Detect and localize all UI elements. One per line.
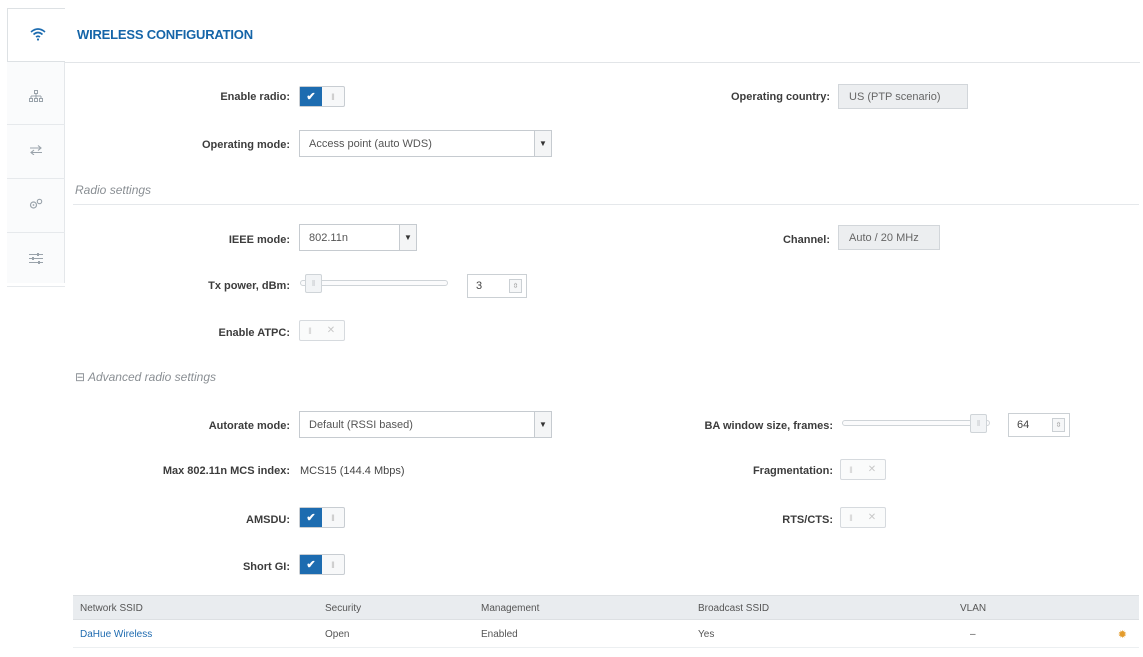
gears-icon <box>29 198 43 213</box>
short-gi-label: Short GI: <box>242 561 290 573</box>
enable-radio-label: Enable radio: <box>220 91 290 103</box>
ieee-mode-select[interactable]: 802.11n ▼ <box>299 224 417 251</box>
toggle-knob: ‖ <box>849 512 853 523</box>
short-gi-toggle[interactable]: ✔ ‖ <box>299 554 345 575</box>
operating-mode-value: Access point (auto WDS) <box>309 137 432 150</box>
tx-power-slider[interactable] <box>300 280 448 286</box>
sidebar-item-services[interactable] <box>7 179 65 233</box>
toggle-knob: ‖ <box>308 325 312 336</box>
column-header-management: Management <box>481 603 540 614</box>
amsdu-toggle[interactable]: ✔ ‖ <box>299 507 345 528</box>
wifi-icon <box>29 27 46 44</box>
rts-cts-label: RTS/CTS: <box>782 514 833 526</box>
rts-cts-toggle[interactable]: ‖ ✕ <box>840 507 886 528</box>
check-icon: ✔ <box>300 508 322 527</box>
network-icon <box>29 90 43 105</box>
column-header-broadcast: Broadcast SSID <box>698 603 770 614</box>
autorate-mode-value: Default (RSSI based) <box>309 418 413 431</box>
sliders-icon <box>29 252 43 267</box>
advanced-title: Advanced radio settings <box>87 370 217 384</box>
chevron-down-icon: ▼ <box>534 131 551 156</box>
spinner-icon[interactable]: ⇳ <box>1052 418 1065 432</box>
toggle-knob: ‖ <box>331 91 335 102</box>
channel-label: Channel: <box>782 234 830 246</box>
channel-field: Auto / 20 MHz <box>838 225 940 250</box>
gear-icon[interactable]: ✹ <box>1118 628 1127 641</box>
ieee-mode-value: 802.11n <box>309 231 348 244</box>
sidebar-item-settings[interactable] <box>7 233 65 287</box>
security-cell: Open <box>325 629 350 640</box>
operating-country-field: US (PTP scenario) <box>838 84 968 109</box>
autorate-mode-label: Autorate mode: <box>208 420 290 432</box>
management-cell: Enabled <box>481 629 518 640</box>
fragmentation-label: Fragmentation: <box>752 465 833 477</box>
operating-mode-select[interactable]: Access point (auto WDS) ▼ <box>299 130 552 157</box>
enable-radio-toggle[interactable]: ✔ ‖ <box>299 86 345 107</box>
close-icon: ✕ <box>326 325 336 336</box>
page-title: WIRELESS CONFIGURATION <box>77 27 253 42</box>
max-mcs-label: Max 802.11n MCS index: <box>162 465 290 477</box>
broadcast-cell: Yes <box>698 629 715 640</box>
sidebar-item-network[interactable] <box>7 71 65 125</box>
sidebar <box>7 8 67 287</box>
transfer-icon <box>29 145 43 158</box>
ssid-table: Network SSID Security Management Broadca… <box>73 595 1139 648</box>
sidebar-item-wireless[interactable] <box>7 8 67 62</box>
enable-atpc-toggle[interactable]: ‖ ✕ <box>299 320 345 341</box>
page-header: WIRELESS CONFIGURATION <box>65 8 1140 63</box>
tx-power-stepper[interactable]: 3 ⇳ <box>467 274 527 298</box>
toggle-knob: ‖ <box>331 559 335 570</box>
fragmentation-toggle[interactable]: ‖ ✕ <box>840 459 886 480</box>
table-header: Network SSID Security Management Broadca… <box>73 595 1139 620</box>
check-icon: ✔ <box>300 87 322 106</box>
operating-country-label: Operating country: <box>730 91 830 103</box>
max-mcs-value: MCS15 (144.4 Mbps) <box>300 465 405 477</box>
radio-settings-heading: Radio settings <box>75 183 152 197</box>
tx-power-slider-handle[interactable]: ‖ <box>305 274 322 293</box>
close-icon: ✕ <box>867 512 877 523</box>
ba-window-label: BA window size, frames: <box>704 420 833 432</box>
tx-power-label: Tx power, dBm: <box>208 280 290 292</box>
ssid-link[interactable]: DaHue Wireless <box>80 629 152 640</box>
collapse-icon: ⊟ <box>75 370 86 384</box>
column-header-security: Security <box>325 603 362 614</box>
ba-window-slider[interactable] <box>842 420 990 426</box>
section-divider <box>73 204 1139 205</box>
ba-window-stepper[interactable]: 64 ⇳ <box>1008 413 1070 437</box>
amsdu-label: AMSDU: <box>246 514 290 526</box>
ba-window-slider-handle[interactable]: ‖ <box>970 414 987 433</box>
chevron-down-icon: ▼ <box>399 225 416 250</box>
vlan-cell: – <box>970 629 976 640</box>
ieee-mode-label: IEEE mode: <box>228 234 290 246</box>
check-icon: ✔ <box>300 555 322 574</box>
enable-atpc-label: Enable ATPC: <box>218 327 290 339</box>
ba-window-value: 64 <box>1017 419 1030 431</box>
column-header-vlan: VLAN <box>960 603 987 614</box>
sidebar-item-transfer[interactable] <box>7 125 65 179</box>
advanced-radio-settings-heading[interactable]: ⊟ Advanced radio settings <box>75 370 216 384</box>
toggle-knob: ‖ <box>849 464 853 475</box>
chevron-down-icon: ▼ <box>534 412 551 437</box>
table-row: DaHue Wireless Open Enabled Yes – ✹ <box>73 620 1139 648</box>
operating-mode-label: Operating mode: <box>201 139 290 151</box>
close-icon: ✕ <box>867 464 877 475</box>
toggle-knob: ‖ <box>331 512 335 523</box>
spinner-icon[interactable]: ⇳ <box>509 279 522 293</box>
tx-power-value: 3 <box>476 280 483 292</box>
autorate-mode-select[interactable]: Default (RSSI based) ▼ <box>299 411 552 438</box>
column-header-ssid: Network SSID <box>80 603 143 614</box>
